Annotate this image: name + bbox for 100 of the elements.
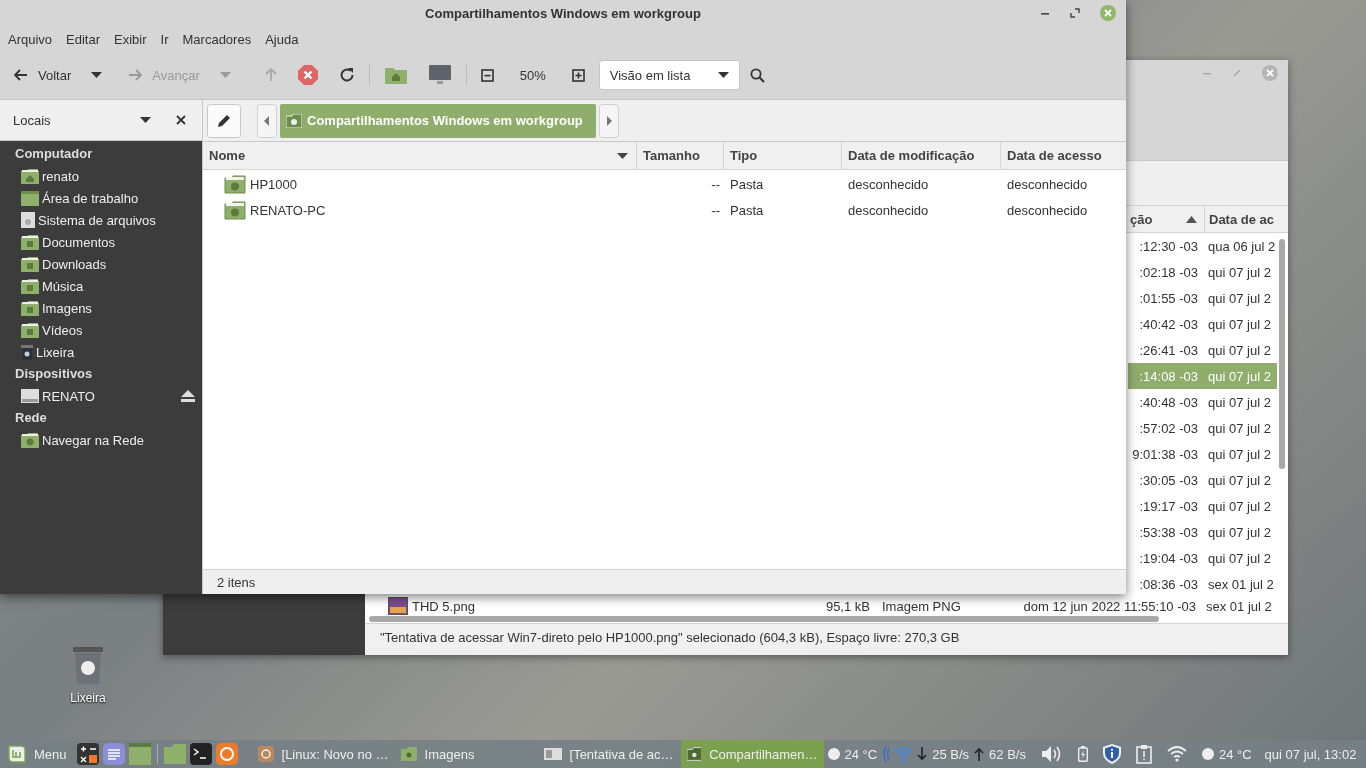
- image-thumbnail-icon: [388, 597, 408, 616]
- file-row[interactable]: :40:42 -03 qui 07 jul 2: [1128, 311, 1277, 337]
- sidebar-item[interactable]: Imagens: [42, 300, 92, 316]
- image-viewer-icon: [543, 748, 562, 760]
- volume-icon[interactable]: [1040, 745, 1063, 763]
- accessed-date: desconhecido: [1007, 176, 1088, 192]
- upload-speed: 62 B/s: [989, 746, 1026, 762]
- caret-icon[interactable]: [140, 117, 151, 123]
- sidebar-item[interactable]: Música: [42, 278, 84, 294]
- accessed-date: desconhecido: [1007, 202, 1088, 218]
- drive-icon: [21, 212, 35, 228]
- file-row[interactable]: :53:38 -03 qui 07 jul 2: [1128, 519, 1277, 545]
- trash-icon[interactable]: [70, 645, 106, 685]
- taskbar-window-button[interactable]: Imagens: [394, 740, 538, 768]
- clipboard-icon[interactable]: [1135, 744, 1152, 764]
- reload-icon[interactable]: [338, 67, 355, 83]
- sidebar-item[interactable]: Documentos: [42, 234, 115, 250]
- sidebar-item[interactable]: Downloads: [42, 256, 107, 272]
- menu-item[interactable]: Exibir: [107, 31, 154, 47]
- browser-icon: [257, 746, 274, 762]
- menu-item[interactable]: Marcadores: [175, 31, 259, 47]
- column-header[interactable]: Tipo: [724, 142, 842, 169]
- home-folder-icon[interactable]: [383, 65, 408, 85]
- file-size: --: [711, 202, 720, 218]
- clock[interactable]: qui 07 jul, 13:02: [1264, 746, 1357, 762]
- scroll-left-icon[interactable]: [257, 103, 277, 138]
- sidebar-item[interactable]: Navegar na Rede: [42, 432, 144, 448]
- menu-item[interactable]: Editar: [59, 31, 108, 47]
- file-row[interactable]: :30:05 -03 qui 07 jul 2: [1128, 467, 1277, 493]
- scroll-right-icon[interactable]: [598, 103, 619, 138]
- file-row[interactable]: :19:17 -03 qui 07 jul 2: [1128, 493, 1277, 519]
- column-header[interactable]: ção: [1128, 206, 1204, 232]
- caret-icon: [718, 72, 730, 78]
- modified-date: desconhecido: [848, 202, 929, 218]
- sidebar-item[interactable]: RENATO: [42, 388, 95, 404]
- temperature-text: 24 °C: [1218, 746, 1252, 762]
- window-icon[interactable]: [128, 743, 151, 765]
- wifi-icon[interactable]: [1166, 746, 1187, 762]
- menu-item[interactable]: Ajuda: [258, 31, 306, 47]
- column-header[interactable]: Data de acesso: [1001, 142, 1126, 169]
- maximize-icon[interactable]: [1070, 8, 1080, 18]
- window-title: Compartilhamentos Windows em workgroup: [425, 6, 701, 21]
- modified-date: desconhecido: [848, 176, 929, 192]
- folder-icon: [21, 234, 39, 250]
- trash-icon: [21, 344, 33, 360]
- sidebar-item[interactable]: Vídeos: [42, 322, 83, 338]
- file-name[interactable]: RENATO-PC: [250, 202, 326, 218]
- sidebar-item[interactable]: Sistema de arquivos: [38, 212, 156, 228]
- file-row[interactable]: :26:41 -03 qui 07 jul 2: [1128, 337, 1277, 363]
- column-header[interactable]: Data de modificação: [842, 142, 1001, 169]
- zoom-level: 50%: [519, 67, 546, 83]
- desktop-folder-icon: [21, 190, 39, 206]
- menu-item[interactable]: Ir: [153, 31, 176, 47]
- sidebar-section-title: Rede: [14, 409, 48, 427]
- column-header[interactable]: Tamanho: [637, 142, 724, 169]
- caret-icon[interactable]: [91, 72, 103, 78]
- terminal-icon[interactable]: [189, 743, 212, 765]
- sidebar-section-title: Dispositivos: [14, 365, 94, 383]
- file-row[interactable]: :57:02 -03 qui 07 jul 2: [1128, 415, 1277, 441]
- column-header[interactable]: Data de ac: [1204, 206, 1277, 232]
- file-row[interactable]: THD 5.png 95,1 kB Imagem PNG dom 12 jun 2022 11:55:10 -03 sex 01 jul 2: [365, 597, 1275, 616]
- file-row[interactable]: 9:01:38 -03 qui 07 jul 2: [1128, 441, 1277, 467]
- scrollbar-thumb[interactable]: [369, 616, 1159, 623]
- file-row[interactable]: :02:18 -03 qui 07 jul 2: [1128, 259, 1277, 285]
- sort-up-icon: [1186, 215, 1198, 223]
- search-icon[interactable]: [750, 67, 766, 83]
- file-row[interactable]: :40:48 -03 qui 07 jul 2: [1128, 389, 1277, 415]
- shield-info-icon[interactable]: [1102, 744, 1121, 764]
- weather-circle-icon[interactable]: [1201, 748, 1214, 760]
- back-button[interactable]: Voltar: [12, 63, 74, 87]
- file-row[interactable]: :12:30 -03 qua 06 jul 2: [1128, 233, 1277, 259]
- view-dropdown[interactable]: Visão em lista: [598, 60, 741, 90]
- menu-button[interactable]: Menu: [0, 740, 75, 768]
- sidebar-item[interactable]: Área de trabalho: [42, 190, 139, 206]
- close-icon[interactable]: [176, 115, 186, 125]
- folder-icon: [21, 322, 39, 338]
- battery-icon[interactable]: [1077, 746, 1088, 762]
- scrollbar-thumb[interactable]: [1278, 239, 1285, 469]
- file-row[interactable]: :01:55 -03 qui 07 jul 2: [1128, 285, 1277, 311]
- file-row[interactable]: :08:36 -03 sex 01 jul 2: [1128, 571, 1277, 597]
- menu-item[interactable]: Arquivo: [1, 31, 60, 47]
- desktop-icon-label[interactable]: Lixeira: [70, 691, 106, 705]
- file-name[interactable]: HP1000: [250, 176, 297, 192]
- zoom-out-icon[interactable]: [480, 68, 494, 82]
- file-row[interactable]: :19:04 -03 qui 07 jul 2: [1128, 545, 1277, 571]
- stop-icon[interactable]: [296, 64, 319, 86]
- column-header[interactable]: Nome: [203, 142, 637, 169]
- sidebar-item[interactable]: renato: [42, 168, 79, 184]
- monitor-icon[interactable]: [427, 64, 452, 86]
- zoom-in-icon[interactable]: [571, 68, 585, 82]
- eject-icon[interactable]: [181, 390, 195, 402]
- arrow-down-icon: [917, 747, 928, 761]
- taskbar-window-button[interactable]: [Linux: Novo no …: [251, 740, 395, 768]
- edit-pencil-icon[interactable]: [207, 103, 241, 138]
- calculator-icon[interactable]: [76, 743, 99, 765]
- network-folder-icon: [224, 174, 246, 194]
- weather-circle-icon[interactable]: [827, 748, 840, 760]
- browser-icon[interactable]: [215, 743, 238, 765]
- sidebar-title[interactable]: Locais: [13, 112, 51, 128]
- sidebar-item[interactable]: Lixeira: [36, 344, 75, 360]
